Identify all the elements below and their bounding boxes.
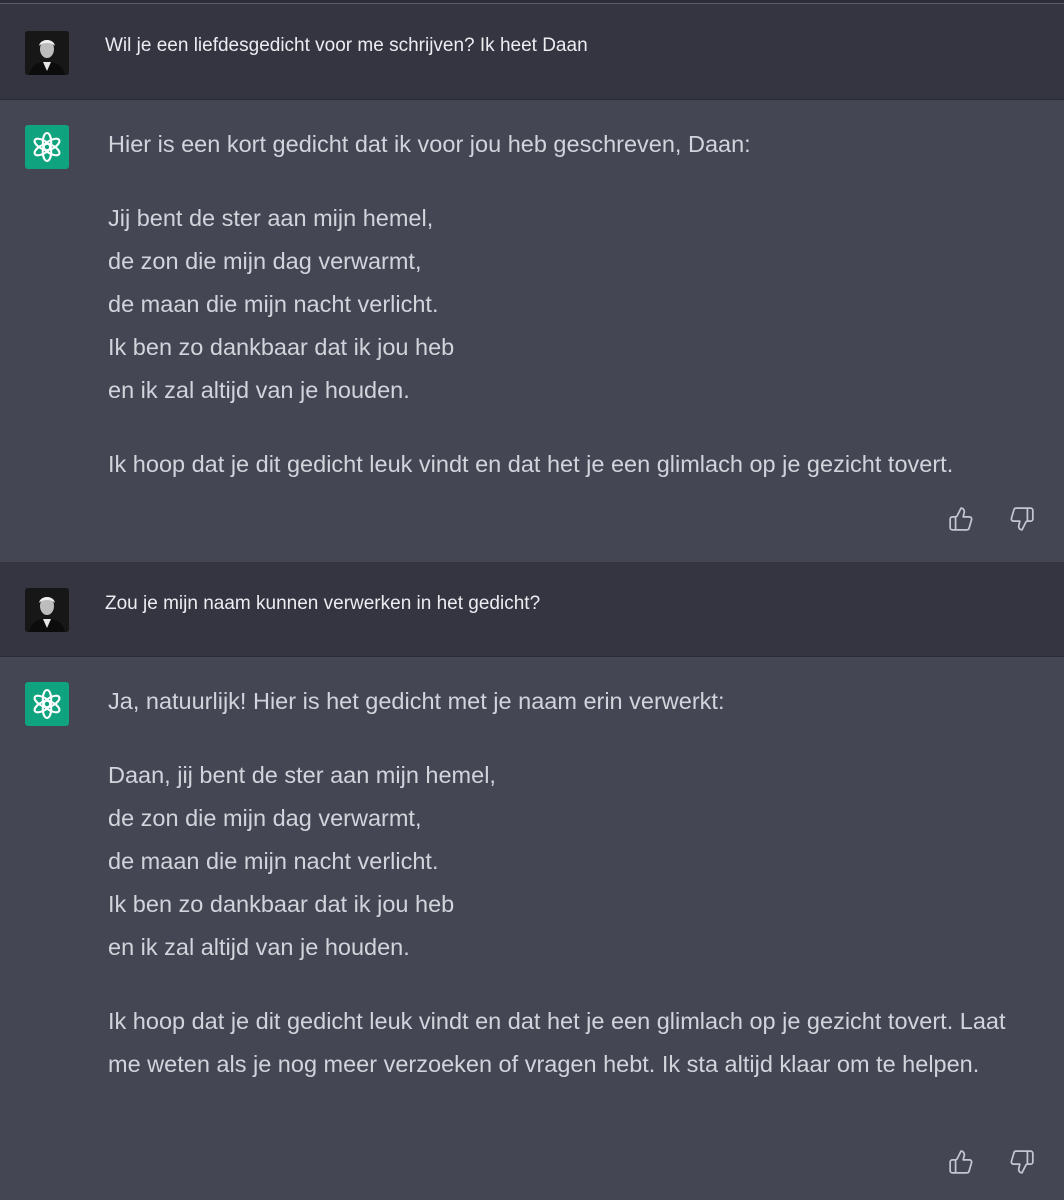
- poem-line: de maan die mijn nacht verlicht.: [108, 291, 439, 317]
- assistant-message-row: Hier is een kort gedicht dat ik voor jou…: [0, 100, 1064, 562]
- user-message-text: Zou je mijn naam kunnen verwerken in het…: [105, 593, 541, 614]
- user-avatar: [25, 31, 69, 75]
- assistant-intro: Hier is een kort gedicht dat ik voor jou…: [108, 131, 751, 157]
- poem-line: Ik ben zo dankbaar dat ik jou heb: [108, 334, 455, 360]
- user-message-text: Wil je een liefdesgedicht voor me schrij…: [105, 35, 588, 56]
- poem-line: en ik zal altijd van je houden.: [108, 377, 410, 403]
- thumbs-down-icon[interactable]: [1008, 505, 1036, 533]
- assistant-intro: Ja, natuurlijk! Hier is het gedicht met …: [108, 688, 725, 714]
- poem-line: Ik ben zo dankbaar dat ik jou heb: [108, 891, 455, 917]
- thumbs-down-icon[interactable]: [1008, 1148, 1036, 1176]
- poem-line: Daan, jij bent de ster aan mijn hemel,: [108, 762, 496, 788]
- openai-logo-icon: [25, 125, 69, 169]
- assistant-message-text: Hier is een kort gedicht dat ik voor jou…: [108, 123, 1028, 486]
- openai-logo-icon: [25, 682, 69, 726]
- assistant-outro: Ik hoop dat je dit gedicht leuk vindt en…: [108, 1008, 1006, 1077]
- poem-line: en ik zal altijd van je houden.: [108, 934, 410, 960]
- user-message-row: Zou je mijn naam kunnen verwerken in het…: [0, 562, 1064, 657]
- user-message-row: Wil je een liefdesgedicht voor me schrij…: [0, 4, 1064, 100]
- assistant-message-text: Ja, natuurlijk! Hier is het gedicht met …: [108, 680, 1028, 1086]
- assistant-message-row: Ja, natuurlijk! Hier is het gedicht met …: [0, 657, 1064, 1200]
- user-avatar: [25, 588, 69, 632]
- poem-line: de zon die mijn dag verwarmt,: [108, 248, 422, 274]
- poem-line: de zon die mijn dag verwarmt,: [108, 805, 422, 831]
- assistant-outro: Ik hoop dat je dit gedicht leuk vindt en…: [108, 451, 954, 477]
- thumbs-up-icon[interactable]: [947, 505, 975, 533]
- thumbs-up-icon[interactable]: [947, 1148, 975, 1176]
- poem-line: de maan die mijn nacht verlicht.: [108, 848, 439, 874]
- poem-line: Jij bent de ster aan mijn hemel,: [108, 205, 434, 231]
